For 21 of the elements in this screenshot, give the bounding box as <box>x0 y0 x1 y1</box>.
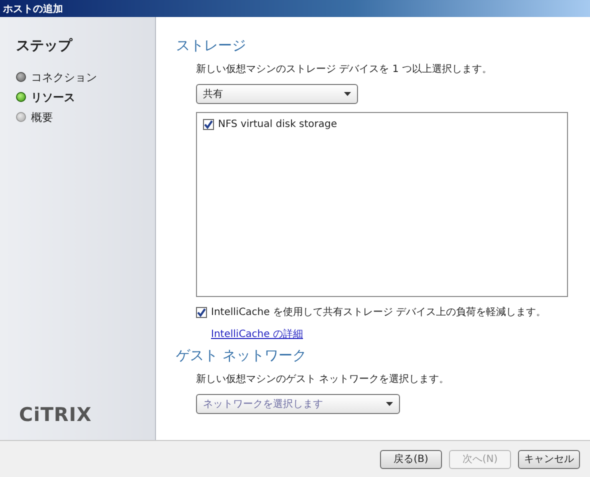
details-link[interactable]: IntelliCache の詳細 <box>211 327 303 341</box>
caret-icon <box>386 402 393 406</box>
checkbox-label: NFS virtual disk storage <box>218 119 338 130</box>
checkbox[interactable] <box>196 306 207 318</box>
step-label: コネクション <box>31 70 97 84</box>
network-dropdown[interactable]: ネットワークを選択します <box>196 394 400 414</box>
steps-heading: ステップ <box>16 37 74 55</box>
section-heading: ストレージ <box>176 37 247 55</box>
storage-dropdown[interactable]: 共有 <box>196 84 358 104</box>
dialog-button[interactable]: 戻る(B) <box>380 450 442 468</box>
description-text: 新しい仮想マシンのストレージ デバイスを 1 つ以上選択します。 <box>196 62 493 76</box>
step-label: リソース <box>31 90 75 104</box>
checkbox[interactable] <box>203 119 214 130</box>
dialog-button[interactable]: キャンセル <box>518 450 580 468</box>
section-heading: ゲスト ネットワーク <box>176 347 308 365</box>
window-title: ホストの追加 <box>3 2 63 16</box>
description-text: 新しい仮想マシンのゲスト ネットワークを選択します。 <box>196 372 450 386</box>
caret-icon <box>344 92 351 96</box>
step-label: 概要 <box>31 110 53 124</box>
checkbox-label: IntelliCache を使用して共有ストレージ デバイス上の負荷を軽減します。 <box>211 306 546 319</box>
logo: CiTRIX <box>19 404 92 426</box>
